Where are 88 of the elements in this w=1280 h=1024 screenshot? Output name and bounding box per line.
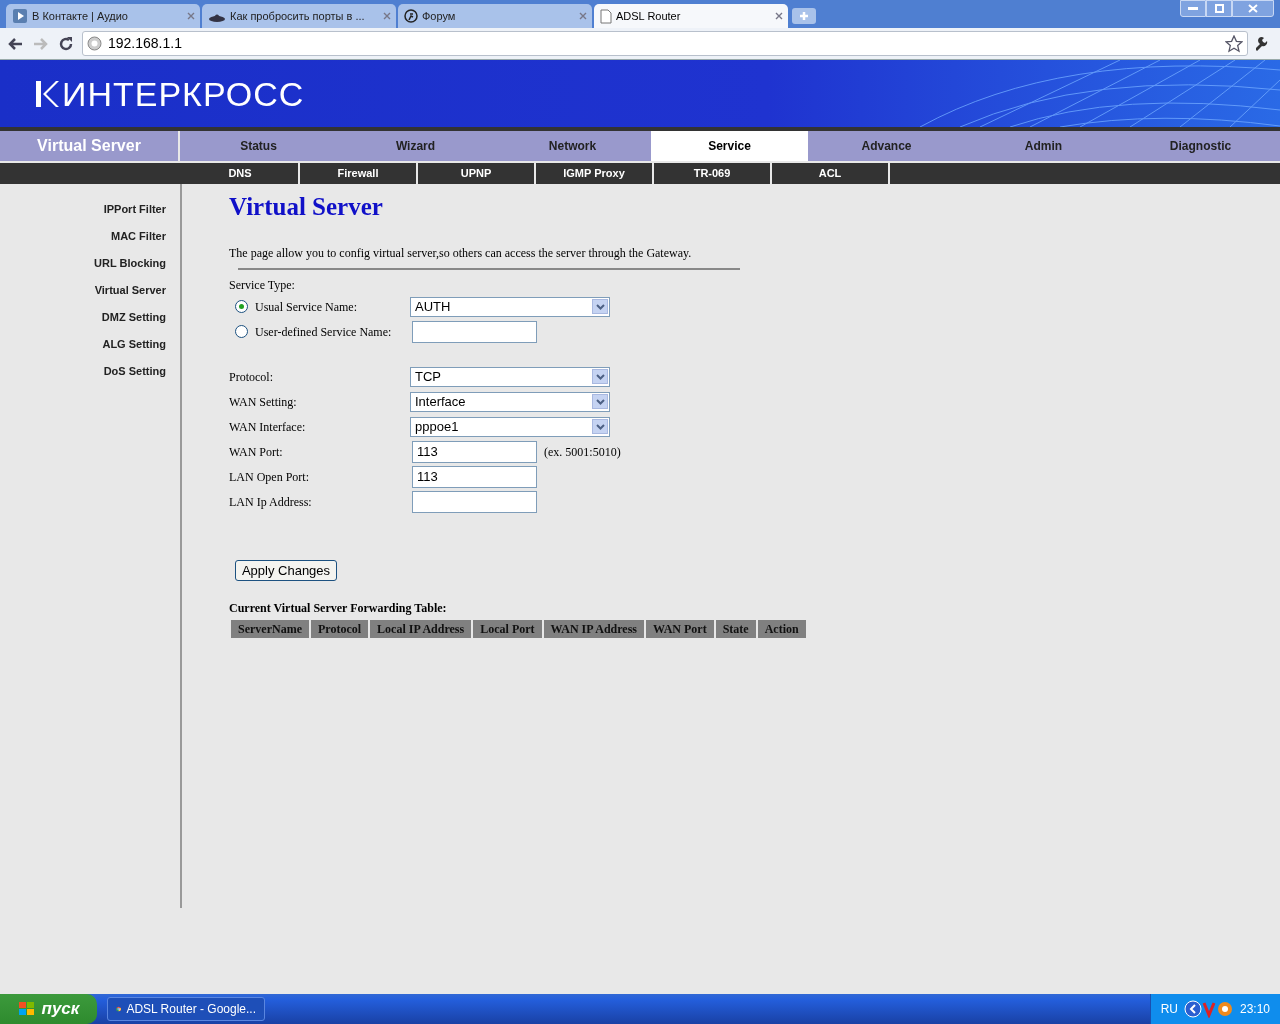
dropdown[interactable]: pppoe1 bbox=[410, 416, 610, 437]
tab-title: Форум bbox=[422, 8, 456, 24]
field-label: WAN Interface: bbox=[229, 418, 307, 436]
field-hint: (ex. 5001:5010) bbox=[544, 443, 621, 461]
column-header: Local IP Address bbox=[370, 620, 472, 638]
clock: 23:10 bbox=[1239, 1001, 1270, 1018]
close-icon[interactable] bbox=[383, 12, 391, 20]
page-icon bbox=[600, 8, 612, 24]
restore-button[interactable] bbox=[1206, 0, 1232, 17]
tab-title: В Контакте | Аудио bbox=[32, 8, 128, 24]
close-icon[interactable] bbox=[187, 12, 195, 20]
sidebar-link[interactable]: MAC Filter bbox=[111, 228, 166, 244]
field-label: Protocol: bbox=[229, 368, 274, 386]
taskbar-button[interactable]: ADSL Router - Google... bbox=[107, 997, 265, 1021]
sidebar-link[interactable]: DoS Setting bbox=[103, 363, 166, 379]
dropdown[interactable]: TCP bbox=[410, 366, 610, 387]
subnav-tab[interactable]: ACL bbox=[772, 163, 890, 184]
sidebar-link[interactable]: ALG Setting bbox=[102, 336, 166, 352]
radio-button[interactable] bbox=[235, 325, 248, 338]
table-title: Current Virtual Server Forwarding Table: bbox=[229, 600, 448, 617]
column-header: State bbox=[715, 620, 756, 638]
back-arrow-icon[interactable] bbox=[6, 35, 24, 52]
forward-arrow-icon[interactable] bbox=[32, 35, 50, 52]
option-label: User-defined Service Name: bbox=[255, 323, 392, 341]
column-header: Local Port bbox=[473, 620, 542, 638]
radio-button[interactable] bbox=[235, 300, 248, 313]
sidebar-link[interactable]: IPPort Filter bbox=[103, 201, 166, 217]
sidebar-link[interactable]: DMZ Setting bbox=[101, 309, 166, 325]
nav-tab[interactable]: Diagnostic bbox=[1122, 131, 1279, 161]
dropdown[interactable]: AUTH bbox=[410, 296, 610, 317]
sidebar-link[interactable]: URL Blocking bbox=[94, 255, 166, 271]
address-bar[interactable]: 192.168.1.1 bbox=[82, 31, 1248, 56]
globe-icon bbox=[87, 36, 102, 51]
logo-text: ИНТЕРКРОСС bbox=[62, 76, 305, 111]
nav-tab[interactable]: Admin bbox=[965, 131, 1122, 161]
subnav-tab[interactable]: UPNP bbox=[418, 163, 536, 184]
option-label: Usual Service Name: bbox=[255, 298, 357, 316]
column-header: WAN IP Address bbox=[543, 620, 644, 638]
reload-icon[interactable] bbox=[58, 35, 74, 52]
text-input[interactable] bbox=[412, 320, 537, 343]
field-label: WAN Setting: bbox=[229, 393, 298, 411]
close-icon[interactable] bbox=[775, 12, 783, 20]
close-icon bbox=[1248, 4, 1258, 13]
close-button[interactable] bbox=[1232, 0, 1274, 17]
column-header: WAN Port bbox=[646, 620, 714, 638]
dropdown[interactable]: Interface bbox=[410, 391, 610, 412]
nav-tab[interactable]: Network bbox=[494, 131, 651, 161]
url-text: 192.168.1.1 bbox=[108, 34, 183, 53]
subnav-tab[interactable]: IGMP Proxy bbox=[536, 163, 654, 184]
field-label: LAN Ip Address: bbox=[229, 493, 313, 511]
play-icon bbox=[12, 8, 28, 24]
subnav-tab[interactable]: TR-069 bbox=[654, 163, 772, 184]
service-type-label: Service Type: bbox=[229, 277, 296, 294]
start-button[interactable]: пуск bbox=[0, 994, 97, 1024]
field-label: LAN Open Port: bbox=[229, 468, 310, 486]
page-heading: Virtual Server bbox=[229, 192, 384, 222]
browser-tab[interactable]: Как пробросить порты в ... bbox=[202, 4, 396, 28]
logo-mark-icon bbox=[34, 78, 60, 109]
tab-title: ADSL Router bbox=[616, 8, 681, 24]
column-header: ServerName bbox=[231, 620, 309, 638]
tray-icons-drawing[interactable] bbox=[1183, 1000, 1234, 1018]
nav-tab[interactable]: Service bbox=[651, 131, 808, 161]
close-icon[interactable] bbox=[579, 12, 587, 20]
field-label: WAN Port: bbox=[229, 443, 284, 461]
apply-changes-button[interactable]: Apply Changes bbox=[235, 560, 337, 581]
column-header: Protocol bbox=[310, 620, 369, 638]
windows-logo-icon bbox=[17, 1001, 36, 1017]
new-tab-button[interactable] bbox=[792, 8, 816, 24]
circle-logo-icon bbox=[404, 9, 418, 23]
text-input[interactable]: 113 bbox=[412, 465, 537, 488]
text-input[interactable]: 113 bbox=[412, 440, 537, 463]
tab-title: Как пробросить порты в ... bbox=[230, 8, 365, 24]
browser-tab[interactable]: ADSL Router bbox=[594, 4, 788, 28]
minimize-button[interactable] bbox=[1180, 0, 1206, 17]
nav-tab[interactable]: Status bbox=[180, 131, 337, 161]
sidebar-link[interactable]: Virtual Server bbox=[94, 282, 166, 298]
browser-tab[interactable]: В Контакте | Аудио bbox=[6, 4, 200, 28]
column-header: Action bbox=[757, 620, 806, 638]
subnav-tab[interactable]: Firewall bbox=[300, 163, 418, 184]
plus-icon bbox=[799, 11, 809, 21]
nav-tab[interactable]: Wizard bbox=[337, 131, 494, 161]
browser-tab[interactable]: Форум bbox=[398, 4, 592, 28]
nav-tab[interactable]: Advance bbox=[808, 131, 965, 161]
page-description: The page allow you to config virtual server,so others can access the server through the Gateway. bbox=[229, 245, 693, 262]
task-title: ADSL Router - Google... bbox=[126, 1001, 256, 1018]
text-input[interactable] bbox=[412, 490, 537, 513]
star-icon[interactable] bbox=[1225, 34, 1243, 53]
subnav-tab[interactable]: DNS bbox=[182, 163, 300, 184]
